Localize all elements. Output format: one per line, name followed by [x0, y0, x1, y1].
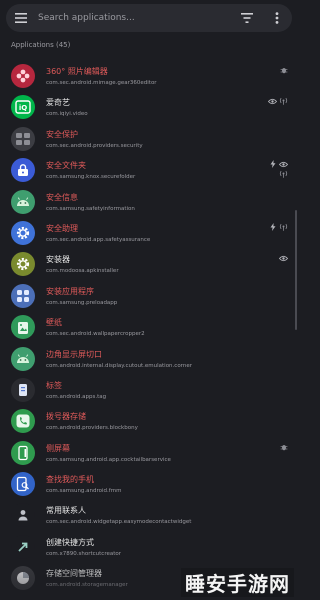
app-name: 拨号器存储: [46, 412, 86, 422]
wallpaper-icon: [11, 315, 35, 340]
app-name: 壁纸: [46, 318, 62, 328]
app-package-name: com.sec.android.mimage.gear360editor: [46, 80, 157, 86]
app-name: 安装器: [46, 255, 70, 265]
app-list-item[interactable]: 边角显示屏切口 com.android.internal.display.cuto…: [0, 343, 298, 374]
app-name: 查找我的手机: [46, 475, 94, 485]
app-name: 安全助理: [46, 223, 78, 233]
app-list-item[interactable]: 安全信息 com.samsung.safetyinformation: [0, 186, 298, 217]
eye-icon: [268, 97, 277, 105]
more-options-icon[interactable]: [262, 4, 292, 32]
menu-icon[interactable]: [6, 4, 36, 32]
app-package-name: com.iqiyi.video: [46, 111, 88, 118]
gear-icon: [11, 252, 35, 277]
app-name: 爱奇艺: [46, 98, 70, 108]
bolt-icon: [268, 222, 277, 231]
gear-icon: [11, 220, 35, 245]
app-list-item[interactable]: 常用联系人 com.sec.android.widgetapp.easymodec…: [0, 499, 298, 530]
app-package-name: com.modoosa.apkinstaller: [46, 268, 119, 275]
app-name: 创建快捷方式: [46, 537, 94, 547]
bolt-icon: [268, 160, 277, 169]
android-icon: [11, 189, 35, 214]
apps-icon: [11, 283, 35, 308]
search-input[interactable]: [36, 6, 232, 30]
app-name: 360° 照片编辑器: [46, 67, 108, 76]
app-package-name: com.samsung.android.app.cocktailbarservi…: [46, 456, 171, 463]
app-package-name: com.x7890.shortcutcreator: [46, 550, 121, 557]
antenna-icon: [279, 223, 288, 231]
app-list-item[interactable]: 安全保护 com.sec.android.providers.security: [0, 123, 298, 154]
app-list-item[interactable]: 安装应用程序 com.samsung.preloadapp: [0, 280, 298, 311]
app-list-item[interactable]: 标签 com.android.apps.tag: [0, 374, 298, 405]
app-package-name: com.android.providers.blockbony: [46, 425, 138, 432]
app-name: 安全信息: [46, 192, 78, 202]
app-list: 360° 照片编辑器 com.sec.android.mimage.gear360…: [0, 60, 298, 594]
app-name: 常用联系人: [46, 506, 86, 516]
app-status-flags: [266, 443, 288, 451]
iqiyi-icon: iQ: [11, 95, 35, 120]
bug-icon: [279, 443, 288, 451]
app-package-name: com.samsung.safetyinformation: [46, 205, 135, 212]
app-name: 安全保护: [46, 129, 78, 139]
flower-icon: [11, 64, 35, 88]
watermark: 睡安手游网: [181, 568, 294, 597]
tag-icon: [11, 377, 35, 402]
app-name: 侧屏幕: [46, 443, 70, 453]
app-list-item[interactable]: 创建快捷方式 com.x7890.shortcutcreator: [0, 531, 298, 562]
app-list-item[interactable]: 安全文件夹 com.samsung.knox.securefolder: [0, 154, 298, 185]
app-package-name: com.android.storagemanager: [46, 582, 128, 589]
shortcut-icon: [11, 534, 35, 559]
app-package-name: com.samsung.preloadapp: [46, 299, 118, 306]
app-package-name: com.android.apps.tag: [46, 393, 107, 400]
storage-icon: [11, 566, 35, 591]
app-list-item[interactable]: 安全助理 com.sec.android.app.safetyassurance: [0, 217, 298, 248]
phone-icon: [11, 409, 35, 434]
app-name: 边角显示屏切口: [46, 349, 102, 359]
app-status-flags: [266, 66, 288, 74]
app-package-name: com.samsung.android.fmm: [46, 488, 122, 495]
eye-icon: [279, 160, 288, 168]
app-list-item[interactable]: iQ 爱奇艺 com.iqiyi.video: [0, 91, 298, 122]
svg-text:iQ: iQ: [19, 104, 27, 112]
app-name: 安装应用程序: [46, 286, 94, 296]
app-status-flags: [266, 97, 288, 106]
grid-icon: [11, 126, 35, 151]
android-icon: [11, 346, 35, 371]
scrollbar[interactable]: [295, 210, 297, 330]
app-list-item[interactable]: 360° 照片编辑器 com.sec.android.mimage.gear360…: [0, 60, 298, 91]
bug-icon: [279, 66, 288, 74]
antenna-icon: [279, 170, 288, 178]
app-list-item[interactable]: 拨号器存储 com.android.providers.blockbony: [0, 405, 298, 436]
antenna-icon: [279, 97, 288, 106]
app-status-flags: [266, 222, 288, 231]
app-list-item[interactable]: 安装器 com.modoosa.apkinstaller: [0, 248, 298, 279]
app-name: 标签: [46, 380, 62, 390]
app-package-name: com.sec.android.widgetapp.easymodecontac…: [46, 519, 192, 526]
app-status-flags: [266, 160, 288, 178]
search-bar[interactable]: [6, 4, 292, 32]
app-name: 安全文件夹: [46, 161, 86, 171]
person-icon: [11, 503, 35, 528]
app-package-name: com.sec.android.providers.security: [46, 142, 143, 149]
filter-icon[interactable]: [232, 4, 262, 32]
find-phone-icon: [11, 472, 35, 497]
app-status-flags: [266, 254, 288, 262]
edge-panel-icon: [11, 440, 35, 465]
app-package-name: com.sec.android.app.safetyassurance: [46, 236, 151, 243]
section-header: Applications (45): [11, 41, 71, 49]
app-list-item[interactable]: 侧屏幕 com.samsung.android.app.cocktailbarse…: [0, 437, 298, 468]
app-package-name: com.sec.android.wallpapercropper2: [46, 331, 145, 338]
folder-lock-icon: [11, 158, 35, 183]
app-list-item[interactable]: 查找我的手机 com.samsung.android.fmm: [0, 468, 298, 499]
app-list-item[interactable]: 壁纸 com.sec.android.wallpapercropper2: [0, 311, 298, 342]
app-package-name: com.android.internal.display.cutout.emul…: [46, 362, 192, 369]
app-name: 存储空间管理器: [46, 569, 102, 579]
app-package-name: com.samsung.knox.securefolder: [46, 174, 136, 181]
eye-icon: [279, 254, 288, 262]
